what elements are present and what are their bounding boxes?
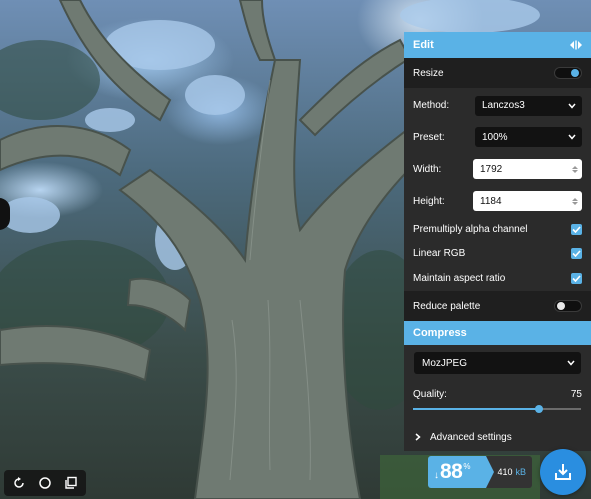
- preset-select[interactable]: 100%: [475, 127, 582, 147]
- background-toggle-button[interactable]: [36, 474, 54, 492]
- edit-header: Edit: [404, 32, 591, 58]
- check-icon: [572, 249, 581, 257]
- download-button[interactable]: [540, 449, 586, 495]
- codec-select[interactable]: MozJPEG: [414, 352, 581, 374]
- aspect-ratio-checkbox[interactable]: [571, 272, 582, 284]
- width-input[interactable]: 1792: [473, 159, 582, 179]
- check-icon: [572, 225, 581, 233]
- method-select[interactable]: Lanczos3: [475, 95, 582, 116]
- preset-row: Preset: 100%: [404, 121, 591, 153]
- preset-label: Preset:: [413, 131, 445, 143]
- height-label: Height:: [413, 195, 445, 207]
- swap-sides-icon[interactable]: [569, 40, 583, 50]
- savings-percent: ↓ 88 %: [428, 456, 494, 488]
- height-value: 1184: [480, 195, 502, 207]
- edit-title: Edit: [413, 39, 434, 51]
- resize-row: Resize: [404, 58, 591, 88]
- preset-value: 100%: [482, 131, 508, 143]
- quality-row: Quality: 75: [404, 383, 591, 423]
- premultiply-checkbox[interactable]: [571, 223, 582, 235]
- method-label: Method:: [413, 100, 450, 111]
- width-label: Width:: [413, 163, 442, 175]
- premultiply-label: Premultiply alpha channel: [413, 223, 528, 235]
- quality-slider-thumb[interactable]: [535, 405, 543, 413]
- circle-icon: [39, 477, 51, 489]
- linear-rgb-label: Linear RGB: [413, 247, 466, 259]
- aspect-ratio-label: Maintain aspect ratio: [413, 272, 506, 284]
- method-value: Lanczos3: [482, 100, 525, 111]
- chevron-right-icon: [415, 433, 421, 441]
- width-value: 1792: [480, 163, 503, 175]
- advanced-settings-toggle[interactable]: Advanced settings: [415, 432, 512, 443]
- output-size-value: 410: [497, 467, 513, 477]
- codec-value: MozJPEG: [422, 357, 468, 369]
- method-row: Method: Lanczos3: [404, 88, 591, 121]
- reduce-palette-label: Reduce palette: [413, 300, 481, 312]
- view-toolbar: [4, 470, 86, 496]
- output-size-unit: kB: [515, 467, 526, 477]
- copy-settings-button[interactable]: [62, 474, 80, 492]
- width-row: Width: 1792: [404, 153, 591, 185]
- quality-slider[interactable]: [413, 405, 581, 413]
- resize-toggle[interactable]: [554, 67, 582, 79]
- percent-unit: %: [463, 462, 471, 471]
- codec-row: MozJPEG: [404, 345, 591, 383]
- rotate-icon: [14, 477, 24, 488]
- compress-title: Compress: [413, 327, 467, 339]
- decrease-arrow-icon: ↓: [434, 469, 439, 481]
- chevron-down-icon: [568, 134, 576, 140]
- linear-rgb-checkbox[interactable]: [571, 247, 582, 259]
- quality-label: Quality:: [413, 389, 447, 400]
- height-spinner[interactable]: [572, 197, 578, 205]
- chevron-down-icon: [568, 103, 576, 109]
- percent-value: 88: [440, 460, 463, 483]
- chevron-down-icon: [567, 360, 575, 366]
- reduce-palette-toggle[interactable]: [554, 300, 582, 312]
- resize-label: Resize: [413, 67, 444, 79]
- aspect-ratio-row: Maintain aspect ratio: [404, 265, 591, 291]
- rotate-button[interactable]: [10, 474, 28, 492]
- height-input[interactable]: 1184: [473, 191, 582, 211]
- copy-icon: [65, 476, 77, 489]
- premultiply-row: Premultiply alpha channel: [404, 217, 591, 241]
- width-spinner[interactable]: [572, 165, 578, 173]
- advanced-settings-label: Advanced settings: [430, 431, 512, 443]
- reduce-palette-row: Reduce palette: [404, 291, 591, 321]
- check-icon: [572, 274, 581, 282]
- linear-rgb-row: Linear RGB: [404, 241, 591, 265]
- quality-value: 75: [570, 389, 582, 400]
- download-icon: [555, 464, 571, 480]
- quality-slider-fill: [413, 408, 539, 410]
- options-panel: Edit Resize Method: Lanczos3 Preset: 100…: [404, 32, 591, 451]
- advanced-row: Advanced settings: [404, 423, 591, 451]
- height-row: Height: 1184: [404, 185, 591, 217]
- size-result-badge: ↓ 88 % 410 kB: [428, 456, 532, 488]
- compress-header: Compress: [404, 321, 591, 345]
